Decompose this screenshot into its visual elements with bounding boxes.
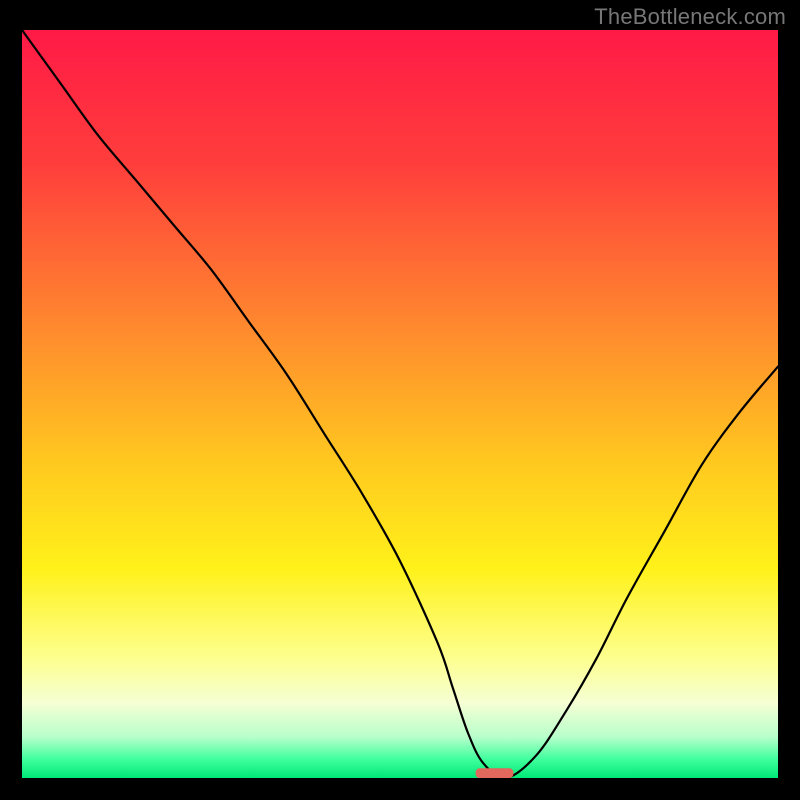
- watermark-text: TheBottleneck.com: [594, 4, 786, 30]
- chart-frame: TheBottleneck.com: [0, 0, 800, 800]
- plot-area: [22, 30, 778, 778]
- bottleneck-chart: [22, 30, 778, 778]
- optimal-marker: [476, 768, 514, 778]
- chart-background: [22, 30, 778, 778]
